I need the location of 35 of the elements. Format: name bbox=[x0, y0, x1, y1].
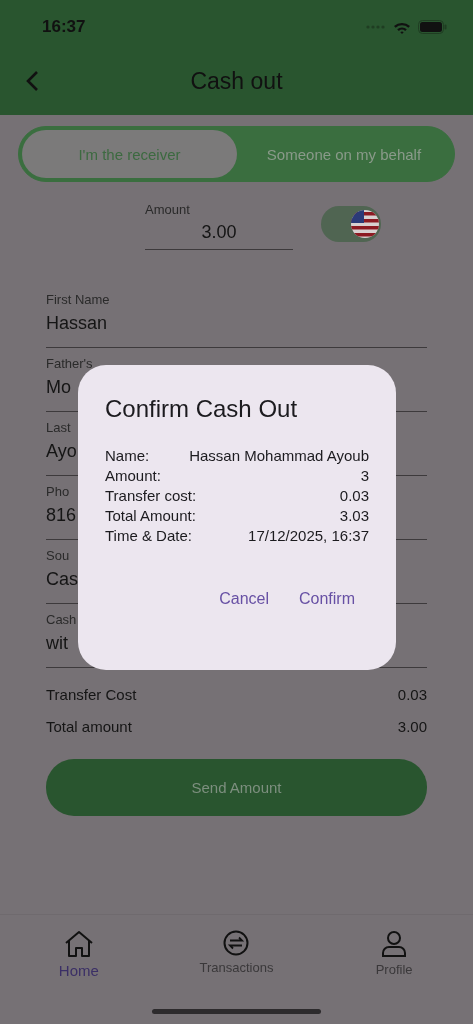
detail-value: 3 bbox=[360, 467, 369, 484]
detail-label: Amount: bbox=[105, 467, 161, 484]
exchange-icon bbox=[223, 930, 250, 956]
page-title: Cash out bbox=[190, 67, 283, 95]
detail-value: Hassan Mohammad Ayoub bbox=[189, 447, 369, 464]
signal-icon bbox=[366, 24, 386, 30]
detail-value: 0.03 bbox=[339, 487, 369, 504]
amount-field[interactable]: Amount 3.00 bbox=[145, 202, 293, 250]
text-field[interactable]: First Name Hassan bbox=[46, 284, 427, 348]
detail-label: Transfer cost: bbox=[105, 487, 197, 504]
dialog-title: Confirm Cash Out bbox=[105, 395, 299, 423]
detail-label: Name: bbox=[105, 447, 150, 464]
nav-tab[interactable]: Profile bbox=[334, 929, 455, 978]
home-icon bbox=[63, 930, 94, 958]
status-time: 16:37 bbox=[42, 17, 86, 37]
summary-value: 3.00 bbox=[397, 718, 427, 735]
nav-tab[interactable]: Home bbox=[18, 929, 139, 980]
wifi-icon bbox=[393, 20, 411, 34]
detail-value: 17/12/2025, 16:37 bbox=[248, 527, 369, 544]
segment-tab[interactable]: Someone on my behalf bbox=[237, 130, 451, 178]
detail-value: 3.03 bbox=[339, 507, 369, 524]
flag-icon bbox=[350, 209, 380, 239]
segment-tab[interactable]: I'm the receiver bbox=[22, 130, 237, 178]
summary-label: Total amount bbox=[46, 718, 132, 735]
summary-value: 0.03 bbox=[397, 686, 427, 703]
summary-label: Transfer Cost bbox=[46, 686, 137, 703]
dialog-button[interactable]: Confirm bbox=[299, 590, 355, 608]
send-amount-button[interactable]: Send Amount bbox=[46, 759, 427, 816]
person-icon bbox=[381, 930, 408, 958]
nav-tab[interactable]: Transactions bbox=[176, 929, 297, 976]
dialog-button[interactable]: Cancel bbox=[219, 590, 269, 608]
detail-label: Time & Date: bbox=[105, 527, 192, 544]
currency-toggle[interactable] bbox=[321, 206, 381, 242]
battery-icon bbox=[418, 20, 447, 34]
detail-label: Total Amount: bbox=[105, 507, 196, 524]
